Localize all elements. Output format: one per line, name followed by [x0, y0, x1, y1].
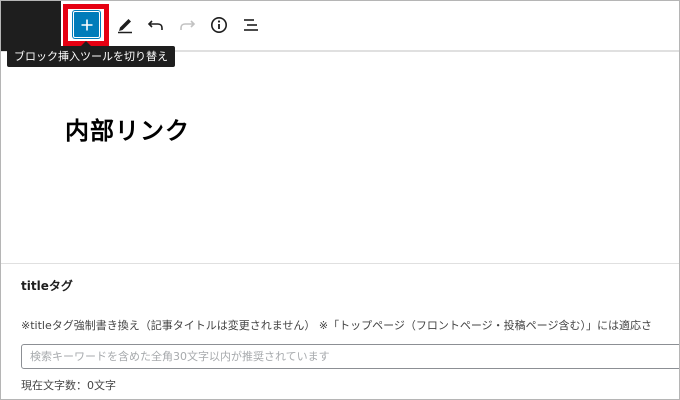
title-tag-description: ※titleタグ強制書き換え（記事タイトルは変更されません） ※「トップページ（… [21, 319, 652, 332]
wp-logo-area[interactable] [1, 1, 61, 51]
redo-icon [180, 20, 196, 30]
editor-window: ブロック挿入ツールを切り替え 内部リンク titleタグ ※titleタグ強制書… [0, 0, 680, 400]
tools-button[interactable] [114, 14, 136, 36]
info-icon [211, 17, 227, 33]
meta-divider [1, 263, 679, 264]
details-button[interactable] [208, 14, 230, 36]
char-count: 現在文字数：0文字 [21, 379, 116, 392]
list-view-button[interactable] [240, 14, 262, 36]
undo-button[interactable] [145, 14, 167, 36]
undo-icon [147, 20, 163, 30]
title-tag-label: titleタグ [21, 279, 73, 293]
pencil-icon [118, 19, 132, 34]
plus-icon [81, 19, 92, 30]
post-title[interactable]: 内部リンク [65, 111, 190, 146]
title-tag-input[interactable] [21, 344, 679, 369]
inserter-tooltip: ブロック挿入ツールを切り替え [7, 46, 175, 67]
block-inserter-button[interactable] [73, 11, 100, 38]
redo-button[interactable] [176, 14, 198, 36]
list-view-icon [244, 19, 258, 31]
